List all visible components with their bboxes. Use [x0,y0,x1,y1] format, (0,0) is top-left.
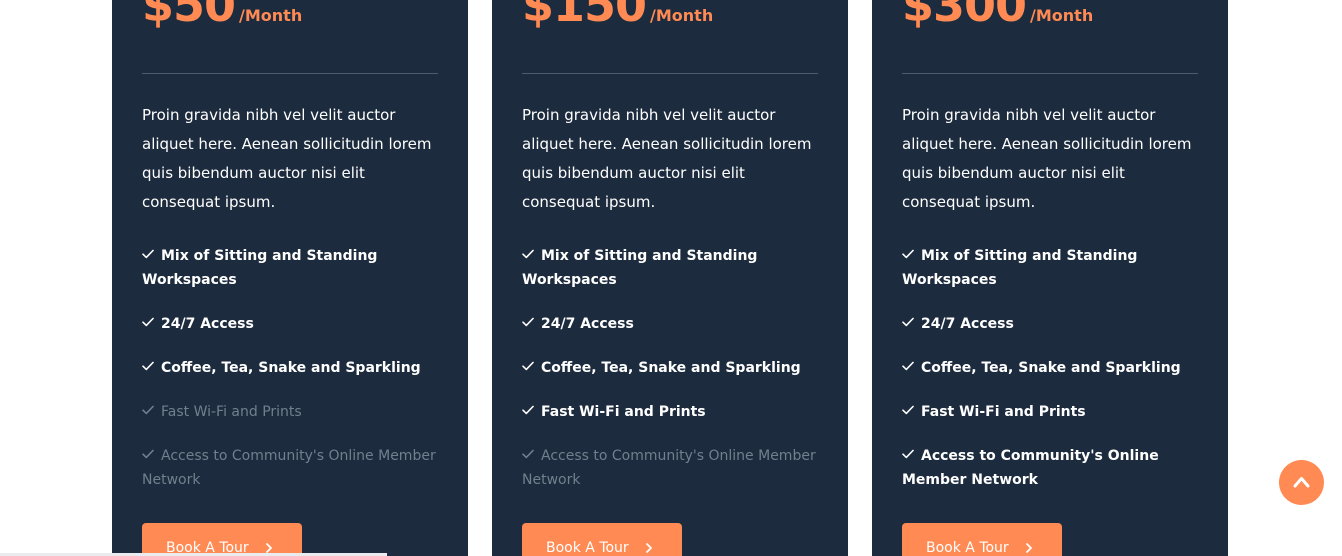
feature-item: Fast Wi-Fi and Prints [902,400,1198,424]
book-tour-button[interactable]: Book A Tour [902,523,1062,556]
pricing-card-premium: $300 /Month Proin gravida nibh vel velit… [872,0,1228,556]
check-icon [902,361,915,371]
chevron-up-icon [1293,477,1310,488]
check-icon [902,449,915,459]
check-icon [522,449,535,459]
feature-text: Access to Community's Online Member Netw… [902,448,1159,488]
book-tour-button[interactable]: Book A Tour [142,523,302,556]
feature-text: 24/7 Access [541,316,634,332]
plan-description: Proin gravida nibh vel velit auctor aliq… [902,106,1192,211]
check-icon [902,317,915,327]
feature-item: Mix of Sitting and Standing Workspaces [142,244,438,292]
feature-list: Mix of Sitting and Standing Workspaces 2… [902,244,1198,512]
pricing-card-basic: $50 /Month Proin gravida nibh vel velit … [112,0,468,556]
feature-item: Coffee, Tea, Snake and Sparkling [522,356,818,380]
feature-text: Mix of Sitting and Standing Workspaces [902,248,1138,288]
feature-item: Mix of Sitting and Standing Workspaces [902,244,1198,292]
pricing-page: $50 /Month Proin gravida nibh vel velit … [0,0,1342,556]
scroll-to-top-button[interactable] [1279,460,1324,505]
feature-item: 24/7 Access [142,312,438,336]
feature-item: 24/7 Access [522,312,818,336]
feature-item: Coffee, Tea, Snake and Sparkling [142,356,438,380]
book-tour-button[interactable]: Book A Tour [522,523,682,556]
price-amount: $300 [902,0,1027,32]
feature-item: 24/7 Access [902,312,1198,336]
feature-text: Access to Community's Online Member Netw… [522,448,816,488]
feature-text: 24/7 Access [161,316,254,332]
price-amount: $50 [142,0,236,32]
price-row: $300 /Month [902,0,1093,28]
check-icon [142,317,155,327]
feature-item-disabled: Fast Wi-Fi and Prints [142,400,438,424]
feature-item: Coffee, Tea, Snake and Sparkling [902,356,1198,380]
feature-text: Fast Wi-Fi and Prints [161,404,302,420]
check-icon [522,249,535,259]
feature-item: Access to Community's Online Member Netw… [902,444,1198,492]
feature-text: Coffee, Tea, Snake and Sparkling [541,360,801,376]
divider [902,73,1198,74]
book-tour-label: Book A Tour [546,540,629,556]
feature-list: Mix of Sitting and Standing Workspaces 2… [142,244,438,512]
divider [142,73,438,74]
plan-description: Proin gravida nibh vel velit auctor aliq… [522,106,812,211]
feature-text: Access to Community's Online Member Netw… [142,448,436,488]
price-period: /Month [650,6,714,25]
chevron-right-icon [1026,543,1032,553]
feature-text: Mix of Sitting and Standing Workspaces [142,248,378,288]
divider [522,73,818,74]
feature-text: Coffee, Tea, Snake and Sparkling [161,360,421,376]
check-icon [522,405,535,415]
feature-item-disabled: Access to Community's Online Member Netw… [522,444,818,492]
price-row: $150 /Month [522,0,713,28]
feature-item: Mix of Sitting and Standing Workspaces [522,244,818,292]
check-icon [142,405,155,415]
pricing-card-standard: $150 /Month Proin gravida nibh vel velit… [492,0,848,556]
feature-text: 24/7 Access [921,316,1014,332]
price-period: /Month [1030,6,1094,25]
feature-list: Mix of Sitting and Standing Workspaces 2… [522,244,818,512]
check-icon [522,361,535,371]
chevron-right-icon [646,543,652,553]
feature-text: Coffee, Tea, Snake and Sparkling [921,360,1181,376]
price-row: $50 /Month [142,0,302,28]
check-icon [142,249,155,259]
feature-text: Fast Wi-Fi and Prints [541,404,706,420]
check-icon [142,449,155,459]
check-icon [142,361,155,371]
feature-item: Fast Wi-Fi and Prints [522,400,818,424]
check-icon [522,317,535,327]
book-tour-label: Book A Tour [926,540,1009,556]
plan-description: Proin gravida nibh vel velit auctor aliq… [142,106,432,211]
check-icon [902,249,915,259]
price-period: /Month [239,6,303,25]
feature-text: Fast Wi-Fi and Prints [921,404,1086,420]
feature-text: Mix of Sitting and Standing Workspaces [522,248,758,288]
feature-item-disabled: Access to Community's Online Member Netw… [142,444,438,492]
price-amount: $150 [522,0,647,32]
check-icon [902,405,915,415]
